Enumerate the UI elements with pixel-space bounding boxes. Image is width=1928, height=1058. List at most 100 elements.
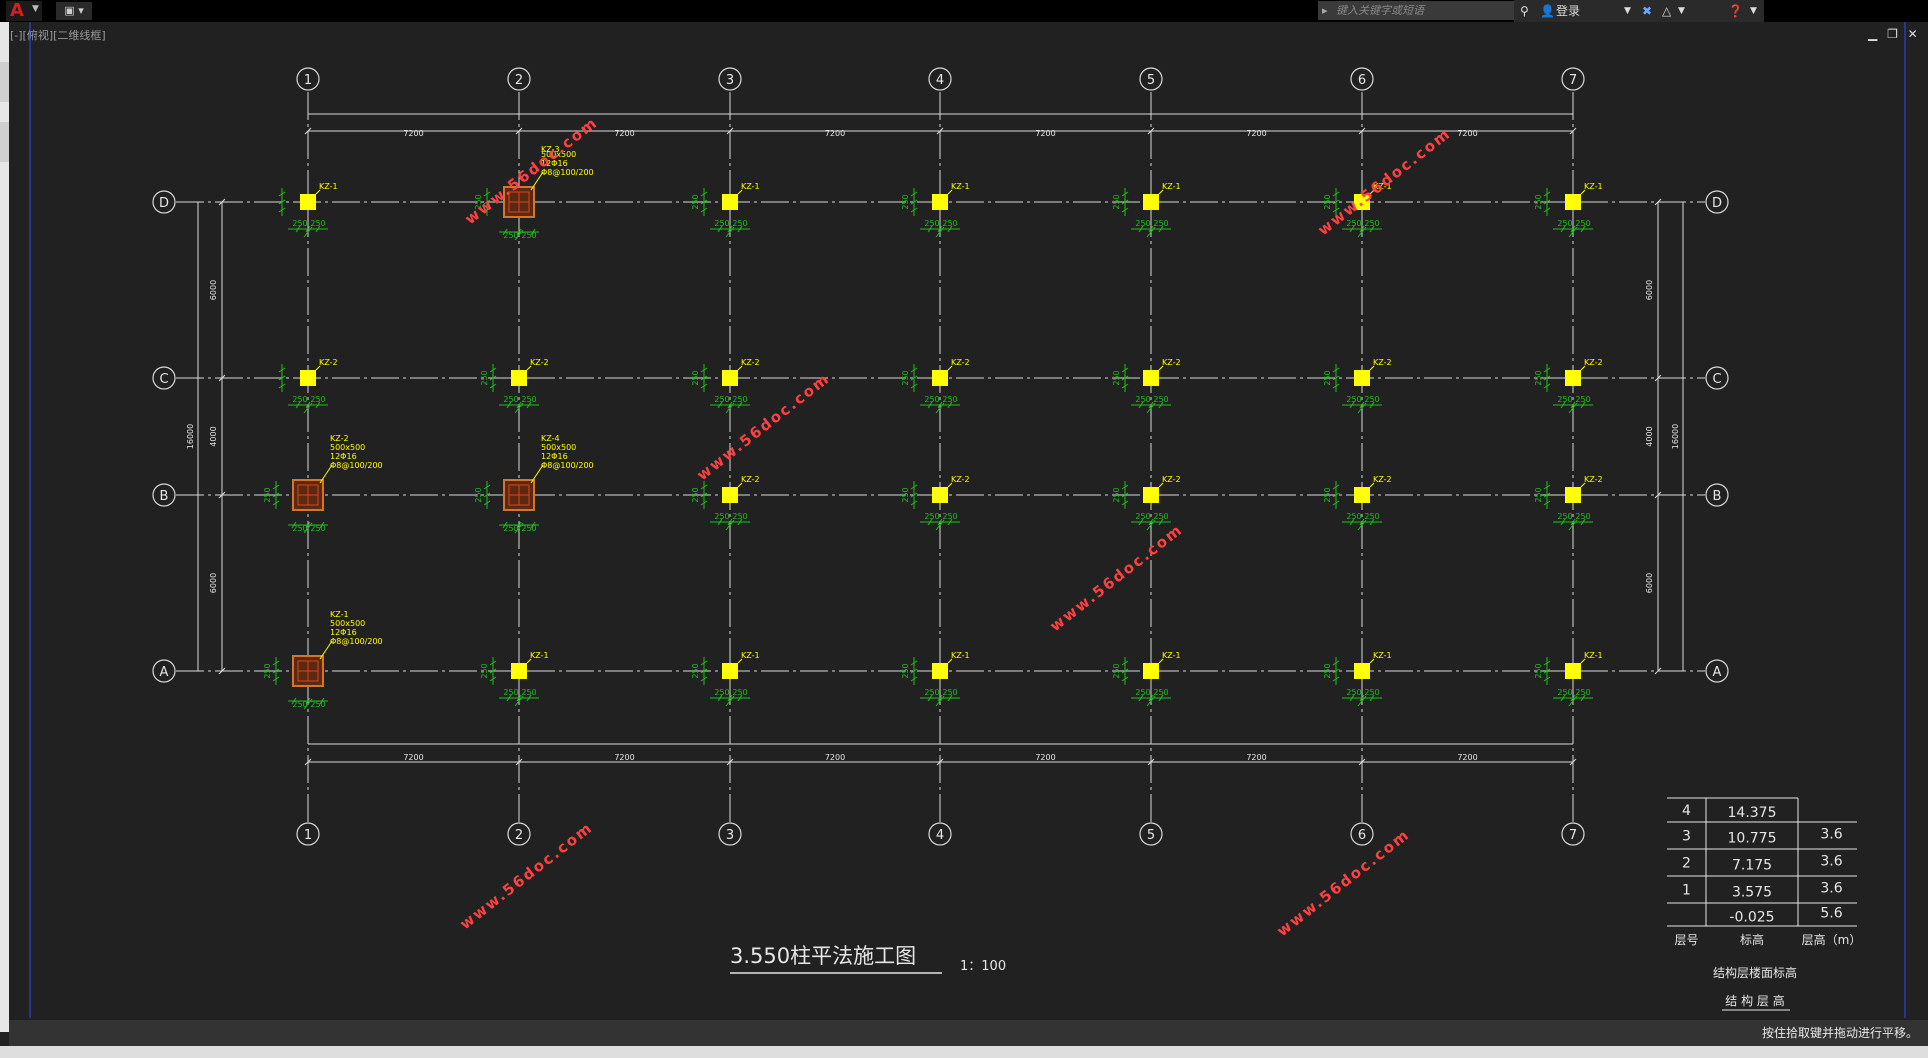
column-square <box>511 663 527 679</box>
column-D3: 250 250250KZ-1 <box>691 182 760 238</box>
axis-label-D: D <box>159 196 169 211</box>
column-detail-text: KZ-1 <box>330 610 349 619</box>
column-D5: 250 250250KZ-1 <box>1112 182 1181 238</box>
drawing-scale: 1：100 <box>960 959 1006 974</box>
column-A7: 250 250250KZ-1 <box>1534 651 1603 707</box>
column-detail-text: 12Φ16 <box>330 452 357 461</box>
column-label: KZ-2 <box>1373 358 1392 367</box>
dim-bay-text: 7200 <box>614 129 634 138</box>
dim-bay-text: 7200 <box>403 753 423 762</box>
column-label: KZ-1 <box>319 182 338 191</box>
column-square <box>1143 663 1159 679</box>
column-dim-text: 250 <box>1153 512 1168 521</box>
table-header-height: 层高（m） <box>1802 932 1862 947</box>
axis-grid: 1 1 2 2 3 3 4 4 5 5 6 6 7 7 D D C C B B A A <box>152 67 1729 846</box>
column-dim-text: 250 <box>1534 370 1543 385</box>
column-label: KZ-2 <box>530 358 549 367</box>
dim-bay-text: 7200 <box>1457 753 1477 762</box>
column-label: KZ-2 <box>1584 358 1603 367</box>
column-square <box>1565 370 1581 386</box>
column-D7: 250 250250KZ-1 <box>1534 182 1603 238</box>
column-label: KZ-1 <box>741 182 760 191</box>
dim-bay-text: 7200 <box>825 753 845 762</box>
column-dim-text: 250 <box>942 395 957 404</box>
column-B4: 250 250250KZ-2 <box>901 475 970 531</box>
axis-label-4: 4 <box>936 828 944 843</box>
column-dim-text: 250 <box>901 194 910 209</box>
column-square <box>300 194 316 210</box>
column-label: KZ-1 <box>1584 651 1603 660</box>
axis-label-1: 1 <box>304 828 312 843</box>
dim-bay-text: 7200 <box>403 129 423 138</box>
column-square <box>1143 370 1159 386</box>
column-label: KZ-2 <box>1584 475 1603 484</box>
table-floor: 3 <box>1682 829 1691 845</box>
dim-side-text: 4000 <box>209 426 218 446</box>
dim-bay-text: 7200 <box>614 753 634 762</box>
column-square <box>1354 370 1370 386</box>
axis-label-D: D <box>1712 196 1722 211</box>
column-dim-text: 250 <box>1534 663 1543 678</box>
watermark-text: www.56doc.com <box>1273 825 1413 940</box>
column-dim-text: 250 <box>1575 395 1590 404</box>
axis-label-C: C <box>1712 372 1721 387</box>
column-dim-text: 250 <box>901 663 910 678</box>
axis-label-4: 4 <box>936 73 944 88</box>
column-square <box>1143 487 1159 503</box>
table-height: 3.6 <box>1820 881 1842 897</box>
column-A1: 250 250250KZ-1500x50012Φ16Φ8@100/200 <box>263 610 383 710</box>
axis-label-5: 5 <box>1147 828 1155 843</box>
axis-label-B: B <box>160 489 169 504</box>
dim-side-text: 6000 <box>1645 280 1654 300</box>
drawing-canvas[interactable]: 1 1 2 2 3 3 4 4 5 5 6 6 7 7 D D C C B B A A 7200 7200 7200 7200 7… <box>0 0 1928 1058</box>
column-label: KZ-1 <box>530 651 549 660</box>
column-label: KZ-2 <box>1373 475 1392 484</box>
axis-label-7: 7 <box>1569 828 1577 843</box>
dim-bay-text: 7200 <box>825 129 845 138</box>
column-dim-text: 250 <box>1112 194 1121 209</box>
column-dim-text: 250 <box>310 395 325 404</box>
column-dim-text: 250 <box>1364 395 1379 404</box>
column-dim-text: 250 <box>310 219 325 228</box>
dim-bay-text: 7200 <box>1246 129 1266 138</box>
column-C2: 250 250250KZ-2 <box>480 358 549 414</box>
table-floor: 2 <box>1682 856 1691 872</box>
column-detail-text: Φ8@100/200 <box>330 637 383 646</box>
column-detail-text: 12Φ16 <box>541 452 568 461</box>
column-dim-text: 250 <box>942 512 957 521</box>
column-label: KZ-1 <box>1162 182 1181 191</box>
axis-label-1: 1 <box>304 73 312 88</box>
column-dim-text: 250 <box>1153 395 1168 404</box>
column-dim-text: 250 <box>1323 487 1332 502</box>
column-D4: 250 250250KZ-1 <box>901 182 970 238</box>
axis-label-A: A <box>1713 665 1722 680</box>
axis-label-6: 6 <box>1358 828 1366 843</box>
column-dim-text: 250 <box>1323 194 1332 209</box>
column-square <box>1565 194 1581 210</box>
column-B1: 250 250250KZ-2500x50012Φ16Φ8@100/200 <box>263 434 383 534</box>
column-label: KZ-2 <box>741 358 760 367</box>
column-C3: 250 250250KZ-2 <box>691 358 760 414</box>
dim-total-text: 16000 <box>1671 424 1680 449</box>
axis-label-2: 2 <box>515 828 523 843</box>
column-dim-text: 250 <box>1364 512 1379 521</box>
table-elevation: 7.175 <box>1732 858 1772 874</box>
column-square <box>932 194 948 210</box>
column-label: KZ-2 <box>1162 358 1181 367</box>
table-elevation: 3.575 <box>1732 885 1772 901</box>
column-dim-text: 250 <box>732 512 747 521</box>
axis-label-7: 7 <box>1569 73 1577 88</box>
column-B7: 250 250250KZ-2 <box>1534 475 1603 531</box>
column-dim-text: 250 <box>521 395 536 404</box>
column-dim-text: 250 <box>521 688 536 697</box>
dim-bay-text: 7200 <box>1035 753 1055 762</box>
column-label: KZ-2 <box>951 475 970 484</box>
table-header-elevation: 标高 <box>1740 932 1764 947</box>
table-floor: 4 <box>1682 803 1691 819</box>
column-dim-text: 250 <box>1364 688 1379 697</box>
table-elevation: -0.025 <box>1729 910 1774 926</box>
column-square <box>722 663 738 679</box>
column-dim-text: 250 <box>1575 688 1590 697</box>
column-label: KZ-1 <box>1373 651 1392 660</box>
column-detail-text: Φ8@100/200 <box>330 461 383 470</box>
